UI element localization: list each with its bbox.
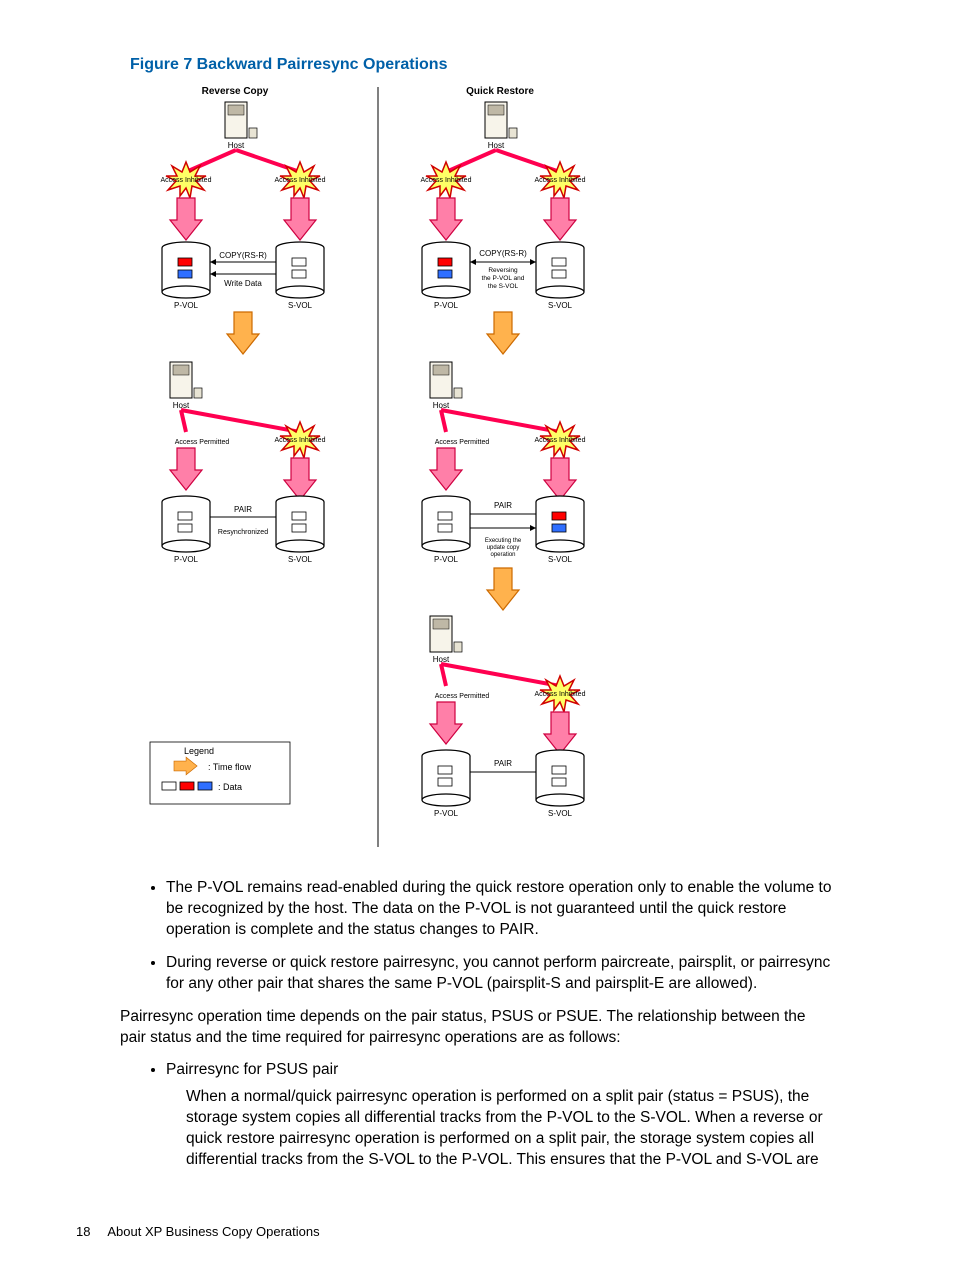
svg-text:Resynchronized: Resynchronized — [218, 529, 268, 536]
svg-text:S-VOL: S-VOL — [548, 555, 573, 564]
svg-text:: Time flow: : Time flow — [208, 762, 252, 772]
svg-text:update copy: update copy — [487, 545, 520, 551]
svg-text:S-VOL: S-VOL — [548, 301, 573, 310]
svg-text:Access Inhibited: Access Inhibited — [535, 177, 586, 184]
svg-text:Access Permitted: Access Permitted — [435, 439, 490, 446]
svg-text:operation: operation — [490, 552, 515, 558]
svg-text:Access Inhibited: Access Inhibited — [275, 177, 326, 184]
svg-text:: Data: : Data — [218, 782, 242, 792]
col-header-right: Quick Restore — [466, 86, 534, 97]
svg-text:Access Inhibited: Access Inhibited — [535, 691, 586, 698]
figure-diagram: Reverse Copy Quick Restore Host Access I… — [130, 82, 690, 852]
list-item: Pairresync for PSUS pair When a normal/q… — [166, 1060, 834, 1171]
page-number: 18 — [76, 1224, 90, 1239]
svg-text:Write Data: Write Data — [224, 279, 262, 288]
bullet-list-b: Pairresync for PSUS pair When a normal/q… — [120, 1060, 834, 1171]
svg-text:P-VOL: P-VOL — [434, 555, 459, 564]
svg-text:the S-VOL: the S-VOL — [488, 283, 519, 290]
bullet-lead: Pairresync for PSUS pair — [166, 1061, 338, 1078]
svg-text:P-VOL: P-VOL — [174, 301, 199, 310]
list-item: The P-VOL remains read-enabled during th… — [166, 878, 834, 941]
svg-text:S-VOL: S-VOL — [288, 555, 313, 564]
svg-text:PAIR: PAIR — [234, 505, 252, 514]
legend-box: Legend : Time flow : Data — [150, 742, 290, 804]
page-footer: 18 About XP Business Copy Operations — [76, 1224, 320, 1239]
svg-text:P-VOL: P-VOL — [434, 301, 459, 310]
svg-text:Host: Host — [228, 141, 245, 150]
bullet-body: When a normal/quick pairresync operation… — [186, 1087, 834, 1171]
intro-paragraph: Pairresync operation time depends on the… — [120, 1007, 834, 1049]
svg-text:Host: Host — [488, 141, 505, 150]
svg-text:S-VOL: S-VOL — [288, 301, 313, 310]
svg-text:PAIR: PAIR — [494, 759, 512, 768]
svg-text:P-VOL: P-VOL — [174, 555, 199, 564]
svg-text:Access Inhibited: Access Inhibited — [421, 177, 472, 184]
svg-text:Access Permitted: Access Permitted — [435, 693, 490, 700]
col-header-left: Reverse Copy — [202, 86, 269, 97]
svg-text:COPY(RS-R): COPY(RS-R) — [479, 249, 527, 258]
svg-text:P-VOL: P-VOL — [434, 809, 459, 818]
bullet-list-a: The P-VOL remains read-enabled during th… — [120, 878, 834, 995]
svg-text:Reversing: Reversing — [488, 267, 518, 274]
list-item: During reverse or quick restore pairresy… — [166, 953, 834, 995]
figure-title: Figure 7 Backward Pairresync Operations — [130, 56, 894, 74]
svg-text:Access Inhibited: Access Inhibited — [275, 437, 326, 444]
svg-text:Access Inhibited: Access Inhibited — [535, 437, 586, 444]
svg-text:Legend: Legend — [184, 746, 214, 756]
backward-pairresync-svg: Reverse Copy Quick Restore Host Access I… — [130, 82, 670, 852]
svg-text:Access Permitted: Access Permitted — [175, 439, 230, 446]
footer-section: About XP Business Copy Operations — [107, 1224, 319, 1239]
svg-text:the P-VOL and: the P-VOL and — [482, 275, 525, 282]
svg-text:COPY(RS-R): COPY(RS-R) — [219, 251, 267, 260]
svg-text:Executing the: Executing the — [485, 538, 522, 544]
svg-text:Access Inhibited: Access Inhibited — [161, 177, 212, 184]
svg-text:S-VOL: S-VOL — [548, 809, 573, 818]
svg-text:PAIR: PAIR — [494, 501, 512, 510]
